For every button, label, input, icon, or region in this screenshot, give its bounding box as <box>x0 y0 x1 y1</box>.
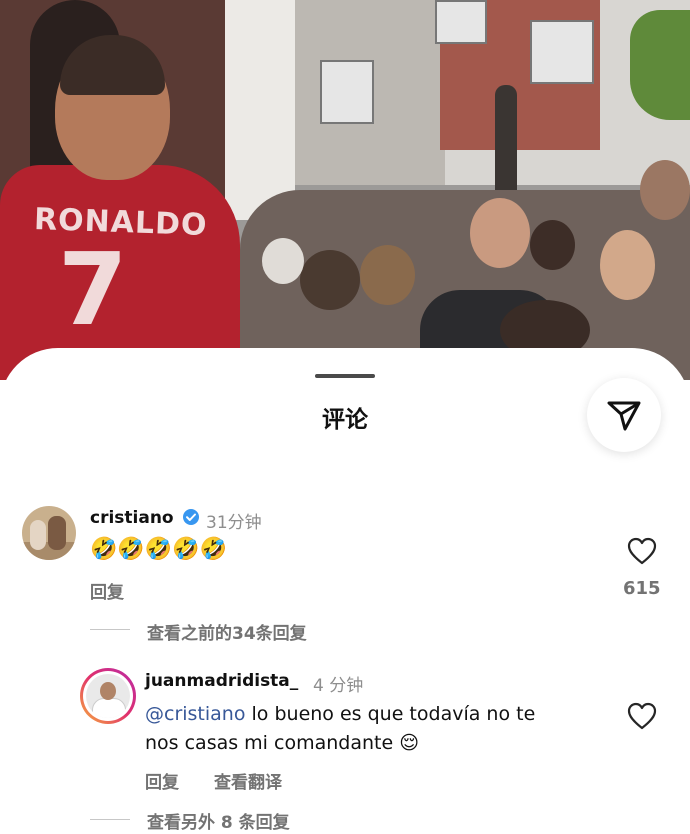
translate-button[interactable]: 查看翻译 <box>214 768 282 793</box>
photo-person <box>360 245 415 305</box>
view-previous-replies[interactable]: 查看之前的34条回复 <box>147 619 307 644</box>
avatar-photo-part <box>30 520 46 550</box>
avatar-photo <box>86 674 130 718</box>
heart-outline-icon[interactable] <box>627 537 657 565</box>
comment-text-line2: nos casas mi comandante 😌 <box>145 732 419 754</box>
heart-outline-icon[interactable] <box>627 702 657 730</box>
photo-statue <box>495 85 517 195</box>
reply-button[interactable]: 回复 <box>90 578 124 603</box>
photo-window <box>320 60 374 124</box>
photo-person <box>600 230 655 300</box>
avatar-photo-part <box>48 516 66 550</box>
photo-person <box>470 198 530 268</box>
comment-username[interactable]: juanmadridista_ <box>145 671 298 691</box>
verified-badge-icon <box>182 508 199 525</box>
photo-person <box>530 220 575 270</box>
comment-username[interactable]: cristiano <box>90 508 200 528</box>
comment-text: 🤣🤣🤣🤣🤣 <box>90 537 227 562</box>
share-button[interactable] <box>587 378 661 452</box>
photo-person <box>262 238 304 284</box>
comment-time: 4 分钟 <box>313 676 364 696</box>
post-photo: RONALDO 7 <box>0 0 690 380</box>
photo-tree <box>630 10 690 120</box>
replies-divider <box>90 819 130 820</box>
jersey-number: 7 <box>58 231 128 348</box>
comment-text-line1: lo bueno es que todavía no te <box>251 703 536 725</box>
comment-time: 31分钟 <box>206 513 262 533</box>
drag-handle[interactable] <box>315 374 375 378</box>
username-text: cristiano <box>90 508 174 528</box>
comment-text: @cristiano lo bueno es que todavía no te <box>145 700 535 728</box>
photo-person <box>640 160 690 220</box>
avatar-photo-part <box>100 682 116 700</box>
paper-plane-icon <box>607 401 641 431</box>
like-count: 615 <box>623 578 661 599</box>
view-more-replies[interactable]: 查看另外 8 条回复 <box>147 808 290 833</box>
photo-window <box>530 20 594 84</box>
avatar[interactable] <box>22 506 76 560</box>
reply-button[interactable]: 回复 <box>145 768 179 793</box>
mention-link[interactable]: @cristiano <box>145 703 245 725</box>
avatar[interactable] <box>83 671 133 721</box>
photo-person <box>300 250 360 310</box>
photo-white-wall <box>225 0 295 220</box>
avatar-photo-part <box>92 698 126 718</box>
replies-divider <box>90 629 130 630</box>
photo-window <box>435 0 487 44</box>
